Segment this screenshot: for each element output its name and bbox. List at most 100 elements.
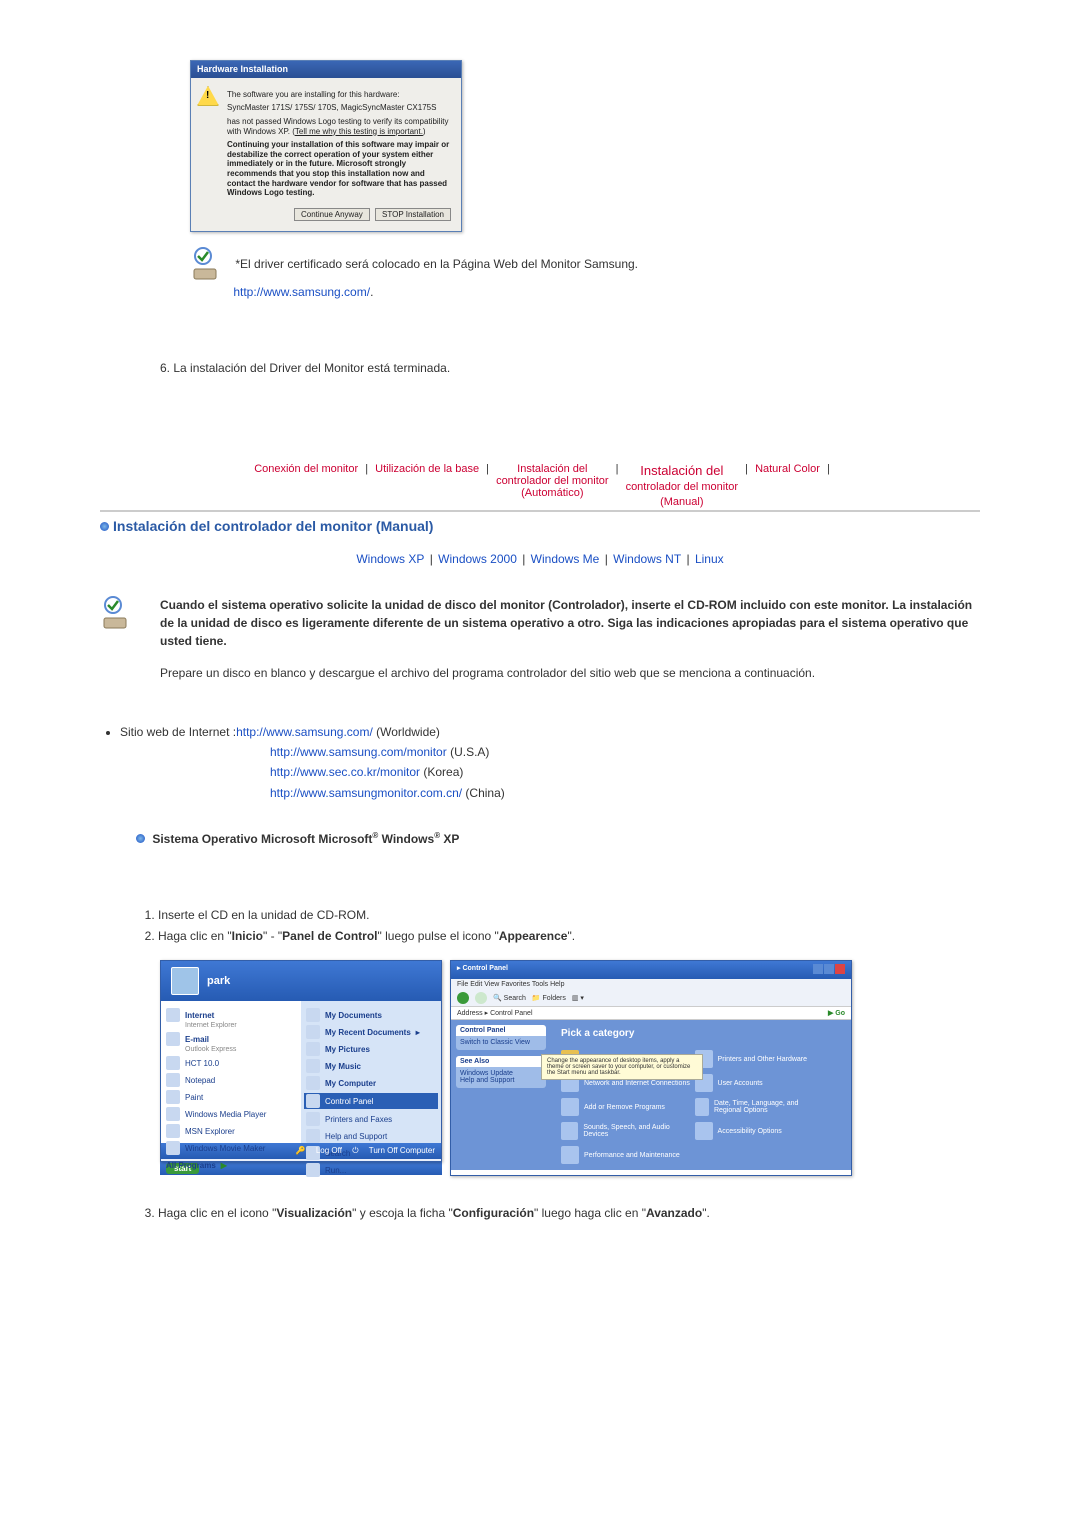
- step-3: Haga clic en el icono "Visualización" y …: [158, 1204, 980, 1223]
- toolbar-search[interactable]: 🔍 Search: [493, 994, 526, 1002]
- prepare-disk-paragraph: Prepare un disco en blanco y descargue e…: [160, 664, 980, 683]
- link-windows-2000[interactable]: Windows 2000: [438, 552, 517, 566]
- start-item-paint[interactable]: Paint: [166, 1090, 296, 1104]
- cat-appearance[interactable]: Appearance and Themes Change the appeara…: [561, 1050, 693, 1068]
- folder-icon: [306, 1059, 320, 1073]
- window-buttons[interactable]: [812, 964, 845, 976]
- start-item-my-documents[interactable]: My Documents: [306, 1008, 436, 1022]
- control-panel-main: Pick a category Appearance and Themes Ch…: [551, 1020, 851, 1170]
- website-list: Sitio web de Internet :http://www.samsun…: [100, 722, 980, 804]
- switch-classic-link[interactable]: Switch to Classic View: [460, 1039, 542, 1046]
- wmm-icon: [166, 1141, 180, 1155]
- performance-icon: [561, 1146, 579, 1164]
- start-item-run[interactable]: Run...: [306, 1163, 436, 1177]
- install-steps-3: Haga clic en el icono "Visualización" y …: [140, 1204, 980, 1223]
- globe-icon: [695, 1098, 709, 1116]
- sound-icon: [561, 1122, 578, 1140]
- start-item-my-computer[interactable]: My Computer: [306, 1076, 436, 1090]
- hct-icon: [166, 1056, 180, 1070]
- avatar: [171, 967, 199, 995]
- dialog-warning-text: Continuing your installation of this sof…: [227, 140, 451, 198]
- step-1: Inserte el CD en la unidad de CD-ROM.: [158, 906, 980, 925]
- help-support-link[interactable]: Help and Support: [460, 1077, 542, 1084]
- warning-icon: [197, 86, 219, 106]
- section-tabs: Conexión del monitor | Utilización de la…: [100, 455, 980, 512]
- folder-icon: [306, 1008, 320, 1022]
- link-samsung-worldwide[interactable]: http://www.samsung.com/: [236, 725, 373, 739]
- stop-installation-button[interactable]: STOP Installation: [375, 208, 451, 222]
- menu-bar[interactable]: File Edit View Favorites Tools Help: [451, 979, 851, 990]
- chevron-right-icon: ▶: [221, 1161, 227, 1170]
- notepad-icon: [166, 1073, 180, 1087]
- help-icon: [306, 1129, 320, 1143]
- start-item-internet[interactable]: Internet: [166, 1008, 296, 1022]
- hardware-installation-dialog: Hardware Installation The software you a…: [190, 60, 462, 232]
- start-item-hct[interactable]: HCT 10.0: [166, 1056, 296, 1070]
- check-icon: [190, 247, 226, 283]
- tab-natural-color[interactable]: Natural Color: [755, 463, 820, 475]
- printer-icon: [306, 1112, 320, 1126]
- link-samsung-korea[interactable]: http://www.sec.co.kr/monitor: [270, 765, 420, 779]
- forward-icon[interactable]: [475, 992, 487, 1004]
- windows-update-link[interactable]: Windows Update: [460, 1070, 542, 1077]
- start-menu-header: park: [161, 961, 441, 1001]
- start-item-notepad[interactable]: Notepad: [166, 1073, 296, 1087]
- cat-printers[interactable]: Printers and Other Hardware: [695, 1050, 827, 1068]
- step-2: Haga clic en "Inicio" - "Panel de Contro…: [158, 927, 980, 946]
- msn-icon: [166, 1124, 180, 1138]
- start-item-email[interactable]: E-mail: [166, 1032, 296, 1046]
- start-item-control-panel[interactable]: Control Panel: [304, 1093, 438, 1109]
- link-windows-nt[interactable]: Windows NT: [613, 552, 681, 566]
- bullet-icon: [100, 522, 109, 531]
- start-menu-screenshot: park Internet Internet Explorer E-mail O…: [160, 960, 442, 1176]
- bullet-icon: [136, 834, 145, 843]
- start-item-printers[interactable]: Printers and Faxes: [306, 1112, 436, 1126]
- run-icon: [306, 1163, 320, 1177]
- toolbar-folders[interactable]: 📁 Folders: [532, 994, 566, 1002]
- start-item-wmm[interactable]: Windows Movie Maker: [166, 1141, 296, 1155]
- back-icon[interactable]: [457, 992, 469, 1004]
- samsung-home-link[interactable]: http://www.samsung.com/: [233, 285, 370, 299]
- link-windows-me[interactable]: Windows Me: [531, 552, 600, 566]
- cat-date-time[interactable]: Date, Time, Language, and Regional Optio…: [695, 1098, 827, 1116]
- programs-icon: [561, 1098, 579, 1116]
- folder-icon: [306, 1025, 320, 1039]
- tab-conexion[interactable]: Conexión del monitor: [254, 463, 358, 475]
- log-off-button[interactable]: 🔑 Log Off: [296, 1146, 342, 1155]
- start-item-msn[interactable]: MSN Explorer: [166, 1124, 296, 1138]
- check-icon: [100, 596, 136, 632]
- dialog-text-3: has not passed Windows Logo testing to v…: [227, 117, 451, 136]
- start-item-recent[interactable]: My Recent Documents ▸: [306, 1025, 436, 1039]
- start-item-music[interactable]: My Music: [306, 1059, 436, 1073]
- link-samsung-usa[interactable]: http://www.samsung.com/monitor: [270, 745, 447, 759]
- tab-instalacion-manual[interactable]: Instalación delcontrolador del monitor(M…: [626, 463, 739, 508]
- control-panel-sidebar: Control Panel Switch to Classic View See…: [451, 1020, 551, 1170]
- control-panel-icon: [306, 1094, 320, 1108]
- tab-utilizacion[interactable]: Utilización de la base: [375, 463, 479, 475]
- ie-icon: [166, 1008, 180, 1022]
- step-6: 6. La instalación del Driver del Monitor…: [160, 361, 980, 375]
- start-item-all-programs[interactable]: All Programs ▶: [166, 1161, 296, 1170]
- accessibility-icon: [695, 1122, 713, 1140]
- computer-icon: [306, 1076, 320, 1090]
- cat-accessibility[interactable]: Accessibility Options: [695, 1122, 827, 1140]
- start-item-pictures[interactable]: My Pictures: [306, 1042, 436, 1056]
- tooltip: Change the appearance of desktop items, …: [541, 1054, 703, 1080]
- start-item-help[interactable]: Help and Support: [306, 1129, 436, 1143]
- pick-category-heading: Pick a category: [561, 1028, 841, 1039]
- link-linux[interactable]: Linux: [695, 552, 724, 566]
- tell-me-why-link[interactable]: Tell me why this testing is important.: [295, 127, 423, 136]
- cat-sounds[interactable]: Sounds, Speech, and Audio Devices: [561, 1122, 693, 1140]
- cat-add-remove[interactable]: Add or Remove Programs: [561, 1098, 693, 1116]
- turn-off-button[interactable]: ⏻ Turn Off Computer: [352, 1146, 435, 1155]
- link-windows-xp[interactable]: Windows XP: [356, 552, 424, 566]
- address-bar[interactable]: Address ▸ Control Panel ▶ Go: [451, 1007, 851, 1020]
- link-samsung-china[interactable]: http://www.samsungmonitor.com.cn/: [270, 786, 462, 800]
- start-item-wmp[interactable]: Windows Media Player: [166, 1107, 296, 1121]
- dialog-text-1: The software you are installing for this…: [227, 90, 451, 100]
- mail-icon: [166, 1032, 180, 1046]
- cat-users[interactable]: User Accounts: [695, 1074, 827, 1092]
- cat-performance[interactable]: Performance and Maintenance: [561, 1146, 693, 1164]
- tab-instalacion-auto[interactable]: Instalación delcontrolador del monitor(A…: [496, 463, 609, 499]
- continue-anyway-button[interactable]: Continue Anyway: [294, 208, 370, 222]
